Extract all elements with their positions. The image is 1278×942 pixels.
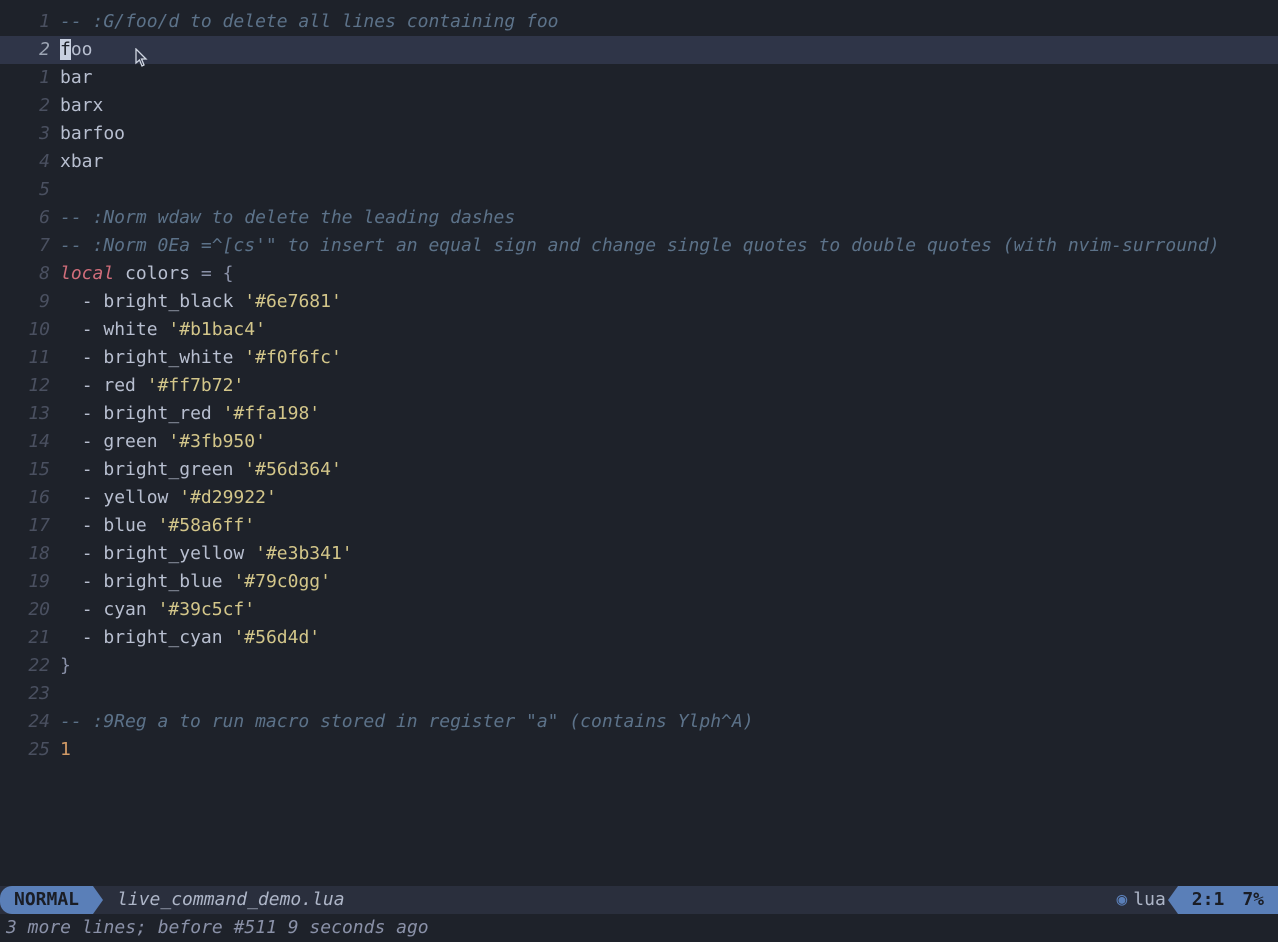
code-line[interactable]: 20 - cyan '#39c5cf': [0, 596, 1278, 624]
code-line[interactable]: 251: [0, 736, 1278, 764]
line-number: 21: [0, 624, 60, 652]
line-number: 9: [0, 288, 60, 316]
line-number: 13: [0, 400, 60, 428]
line-content[interactable]: barx: [60, 92, 1278, 120]
code-line[interactable]: 19 - bright_blue '#79c0gg': [0, 568, 1278, 596]
scroll-percent: 7%: [1224, 886, 1264, 914]
code-line[interactable]: 5: [0, 176, 1278, 204]
cursor-position: 2:1 7%: [1178, 886, 1278, 914]
code-line[interactable]: 15 - bright_green '#56d364': [0, 456, 1278, 484]
code-line[interactable]: 23: [0, 680, 1278, 708]
line-number: 4: [0, 148, 60, 176]
code-line[interactable]: 6-- :Norm wdaw to delete the leading das…: [0, 204, 1278, 232]
line-content[interactable]: -- :Norm 0Ea =^[cs'" to insert an equal …: [60, 232, 1278, 260]
code-line[interactable]: 18 - bright_yellow '#e3b341': [0, 540, 1278, 568]
line-content[interactable]: foo: [60, 36, 1278, 64]
line-number: 1: [0, 8, 60, 36]
code-line[interactable]: 3barfoo: [0, 120, 1278, 148]
mode-indicator: NORMAL: [0, 886, 93, 914]
line-content[interactable]: 1: [60, 736, 1278, 764]
code-line[interactable]: 1-- :G/foo/d to delete all lines contain…: [0, 8, 1278, 36]
line-number: 17: [0, 512, 60, 540]
line-content[interactable]: - red '#ff7b72': [60, 372, 1278, 400]
line-content[interactable]: -- :Norm wdaw to delete the leading dash…: [60, 204, 1278, 232]
line-content[interactable]: -- :G/foo/d to delete all lines containi…: [60, 8, 1278, 36]
editor-area[interactable]: 1-- :G/foo/d to delete all lines contain…: [0, 8, 1278, 878]
line-number: 22: [0, 652, 60, 680]
position-text: 2:1: [1192, 886, 1225, 914]
code-line[interactable]: 13 - bright_red '#ffa198': [0, 400, 1278, 428]
line-content[interactable]: - bright_blue '#79c0gg': [60, 568, 1278, 596]
line-content[interactable]: bar: [60, 64, 1278, 92]
code-line[interactable]: 8local colors = {: [0, 260, 1278, 288]
line-number: 6: [0, 204, 60, 232]
status-line: NORMAL live_command_demo.lua ◉ lua 2:1 7%: [0, 886, 1278, 914]
line-number: 19: [0, 568, 60, 596]
line-content[interactable]: - bright_red '#ffa198': [60, 400, 1278, 428]
line-content[interactable]: - cyan '#39c5cf': [60, 596, 1278, 624]
line-content[interactable]: - bright_cyan '#56d4d': [60, 624, 1278, 652]
line-number: 10: [0, 316, 60, 344]
line-content[interactable]: -- :9Reg a to run macro stored in regist…: [60, 708, 1278, 736]
code-line[interactable]: 24-- :9Reg a to run macro stored in regi…: [0, 708, 1278, 736]
filetype-label: lua: [1133, 889, 1166, 910]
line-content[interactable]: - bright_white '#f0f6fc': [60, 344, 1278, 372]
line-number: 8: [0, 260, 60, 288]
code-line[interactable]: 9 - bright_black '#6e7681': [0, 288, 1278, 316]
line-number: 24: [0, 708, 60, 736]
line-content[interactable]: }: [60, 652, 1278, 680]
code-line[interactable]: 10 - white '#b1bac4': [0, 316, 1278, 344]
line-number: 14: [0, 428, 60, 456]
code-line[interactable]: 7-- :Norm 0Ea =^[cs'" to insert an equal…: [0, 232, 1278, 260]
line-number: 2: [0, 36, 60, 64]
line-number: 11: [0, 344, 60, 372]
line-content[interactable]: - green '#3fb950': [60, 428, 1278, 456]
lua-icon: ◉: [1116, 889, 1127, 910]
line-number: 20: [0, 596, 60, 624]
code-line[interactable]: 16 - yellow '#d29922': [0, 484, 1278, 512]
line-number: 18: [0, 540, 60, 568]
line-number: 2: [0, 92, 60, 120]
line-number: 5: [0, 176, 60, 204]
line-number: 3: [0, 120, 60, 148]
line-content[interactable]: - bright_black '#6e7681': [60, 288, 1278, 316]
line-number: 23: [0, 680, 60, 708]
code-line[interactable]: 22}: [0, 652, 1278, 680]
line-content[interactable]: local colors = {: [60, 260, 1278, 288]
line-content[interactable]: barfoo: [60, 120, 1278, 148]
code-line[interactable]: 21 - bright_cyan '#56d4d': [0, 624, 1278, 652]
line-number: 15: [0, 456, 60, 484]
line-content[interactable]: - bright_green '#56d364': [60, 456, 1278, 484]
line-content[interactable]: - bright_yellow '#e3b341': [60, 540, 1278, 568]
line-content[interactable]: - white '#b1bac4': [60, 316, 1278, 344]
line-content[interactable]: - yellow '#d29922': [60, 484, 1278, 512]
line-number: 1: [0, 64, 60, 92]
code-line[interactable]: 12 - red '#ff7b72': [0, 372, 1278, 400]
line-content[interactable]: xbar: [60, 148, 1278, 176]
line-number: 7: [0, 232, 60, 260]
line-number: 12: [0, 372, 60, 400]
code-line[interactable]: 4xbar: [0, 148, 1278, 176]
code-line[interactable]: 17 - blue '#58a6ff': [0, 512, 1278, 540]
code-line[interactable]: 11 - bright_white '#f0f6fc': [0, 344, 1278, 372]
code-line[interactable]: 2barx: [0, 92, 1278, 120]
code-line[interactable]: 2foo: [0, 36, 1278, 64]
filename-label: live_command_demo.lua: [93, 886, 345, 914]
code-line[interactable]: 1bar: [0, 64, 1278, 92]
line-number: 25: [0, 736, 60, 764]
line-content[interactable]: - blue '#58a6ff': [60, 512, 1278, 540]
message-line: 3 more lines; before #511 9 seconds ago: [0, 914, 1278, 942]
filetype-indicator: ◉ lua: [1104, 886, 1177, 914]
line-number: 16: [0, 484, 60, 512]
code-line[interactable]: 14 - green '#3fb950': [0, 428, 1278, 456]
